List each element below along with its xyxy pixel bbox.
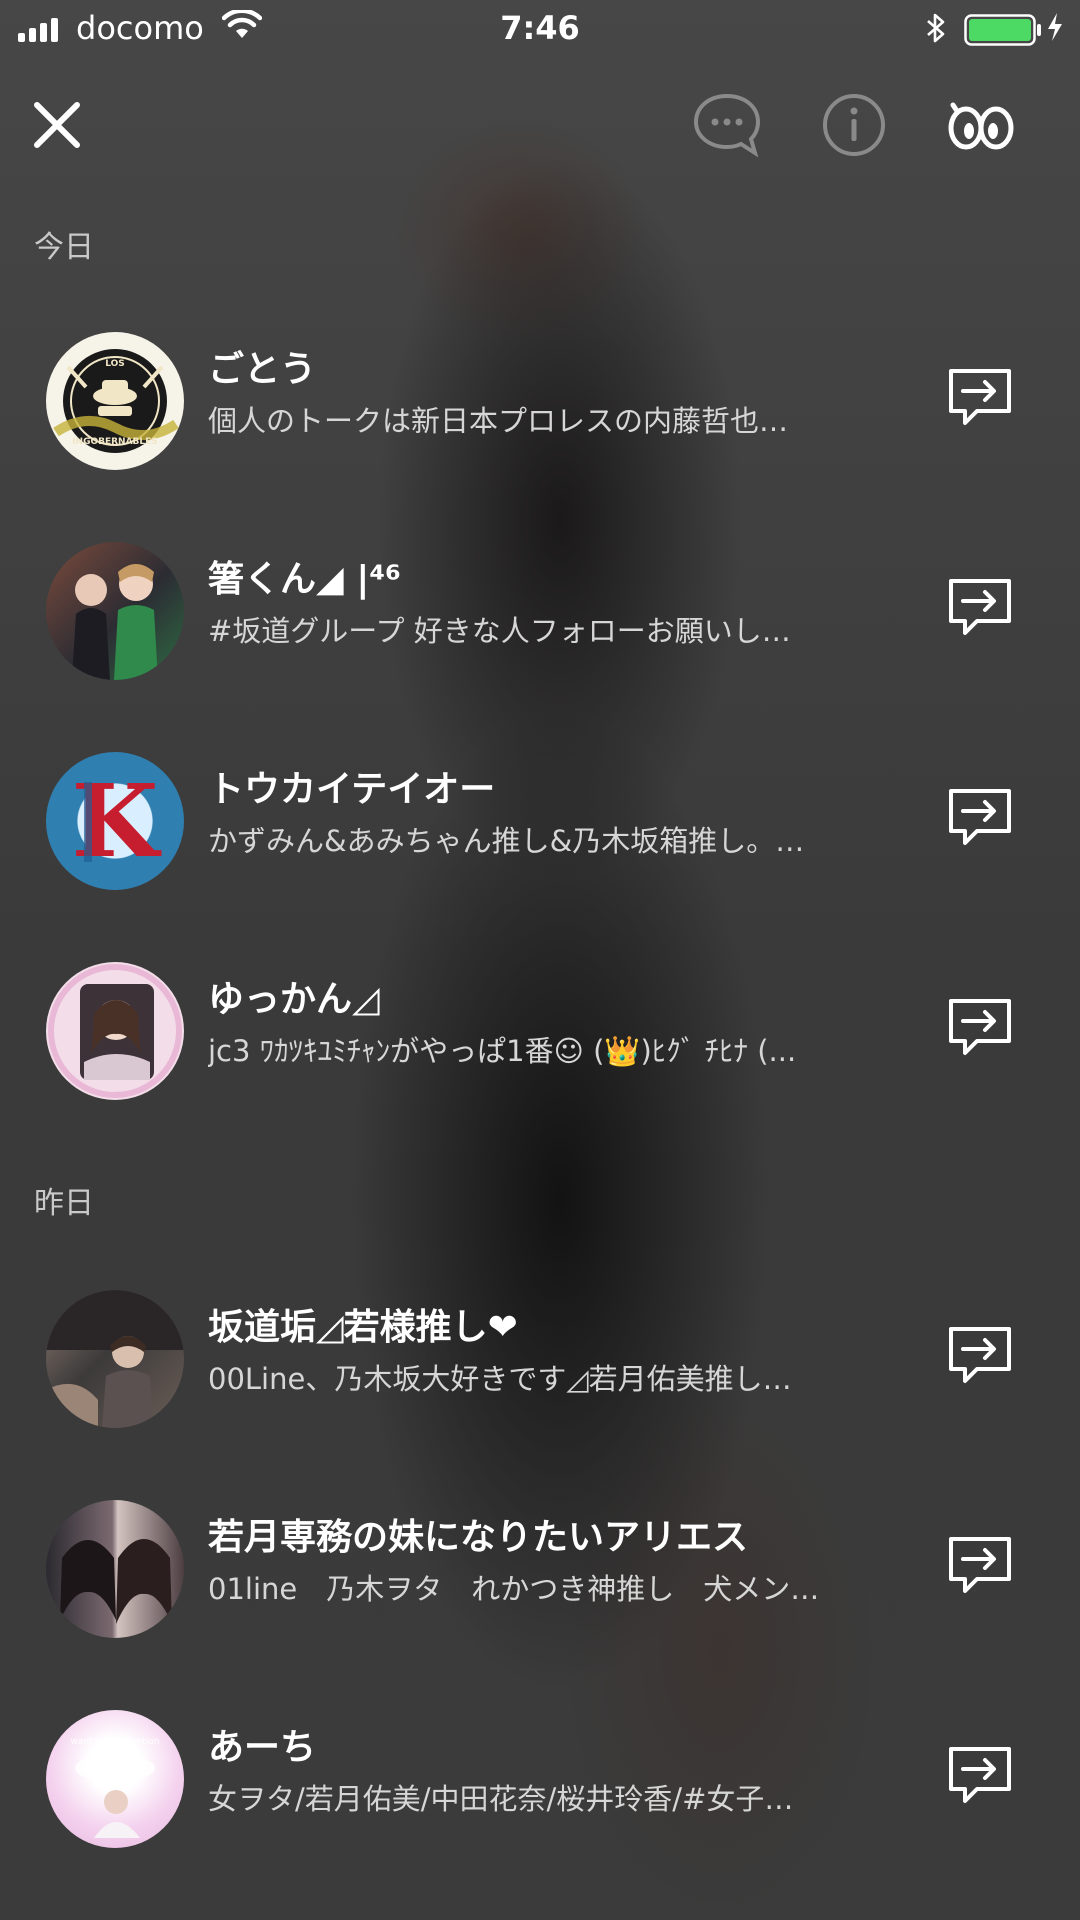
status-time: 7:46 xyxy=(500,9,580,47)
list-item[interactable]: 箸くん◢ |⁴⁶ #坂道グループ 好きな人フォローお願いし… xyxy=(0,512,1080,712)
row-name: 若月専務の妹になりたいアリエス xyxy=(208,1517,749,1558)
share-button[interactable] xyxy=(938,776,1022,860)
share-button[interactable] xyxy=(938,986,1022,1070)
keep-button[interactable] xyxy=(936,80,1026,170)
list-item[interactable]: 坂道垢◿若様推し❤︎ 00Line、乃木坂大好きです◿若月佑美推し… xyxy=(0,1260,1080,1460)
row-description: 個人のトークは新日本プロレスの内藤哲也… xyxy=(208,404,789,438)
avatar[interactable] xyxy=(46,1500,184,1638)
row-description: 女ヲタ/若月佑美/中田花奈/桜井玲香/#女子… xyxy=(208,1782,794,1816)
chat-bubble-icon xyxy=(693,93,761,158)
row-name: トウカイテイオー xyxy=(208,769,496,810)
avatar[interactable]: want your attention xyxy=(46,1710,184,1848)
share-arrow-icon xyxy=(949,1747,1011,1803)
section-label-today: 今日 xyxy=(34,230,94,265)
row-name: 坂道垢◿若様推し❤︎ xyxy=(208,1307,518,1348)
toolbar xyxy=(0,80,1080,166)
share-button[interactable] xyxy=(938,566,1022,650)
keep-icon xyxy=(948,102,1014,150)
share-arrow-icon xyxy=(949,1537,1011,1593)
info-button[interactable] xyxy=(809,80,899,170)
section-label-yesterday: 昨日 xyxy=(34,1186,94,1221)
share-arrow-icon xyxy=(949,369,1011,425)
status-bar: docomo 7:46 xyxy=(0,0,1080,60)
close-icon xyxy=(34,102,80,148)
battery-icon xyxy=(964,14,1044,54)
row-name: 箸くん◢ |⁴⁶ xyxy=(208,559,401,600)
share-arrow-icon xyxy=(949,789,1011,845)
avatar[interactable] xyxy=(46,542,184,680)
charging-icon xyxy=(1046,11,1064,51)
avatar[interactable] xyxy=(46,1290,184,1428)
avatar[interactable]: K xyxy=(46,752,184,890)
avatar[interactable]: LOS INGOBERNABLES xyxy=(46,332,184,470)
row-name: あーち xyxy=(208,1727,317,1768)
chat-button[interactable] xyxy=(682,80,772,170)
row-description: かずみん&あみちゃん推し&乃木坂箱推し。… xyxy=(208,824,805,858)
row-description: jc3 ﾜｶﾂｷﾕﾐﾁｬﾝがやっぱ1番☺ (👑)ﾋｸﾞ ﾁﾋﾅ (... xyxy=(208,1034,797,1068)
info-icon xyxy=(823,94,885,156)
row-description: 01line 乃木ヲタ れかつき神推し 犬メン… xyxy=(208,1572,820,1606)
row-description: 00Line、乃木坂大好きです◿若月佑美推し… xyxy=(208,1362,792,1396)
avatar-logo-text-bottom: INGOBERNABLES xyxy=(72,437,158,447)
share-button[interactable] xyxy=(938,1524,1022,1608)
avatar-logo-text-top: LOS xyxy=(105,359,125,369)
share-arrow-icon xyxy=(949,579,1011,635)
share-arrow-icon xyxy=(949,999,1011,1055)
list-item[interactable]: LOS INGOBERNABLES ごとう 個人のトークは新日本プロレスの内藤哲… xyxy=(0,302,1080,502)
close-button[interactable] xyxy=(12,80,102,170)
share-button[interactable] xyxy=(938,1734,1022,1818)
list-item[interactable]: ゆっかん◿ jc3 ﾜｶﾂｷﾕﾐﾁｬﾝがやっぱ1番☺ (👑)ﾋｸﾞ ﾁﾋﾅ (.… xyxy=(0,932,1080,1132)
row-description: #坂道グループ 好きな人フォローお願いし… xyxy=(208,614,791,648)
list-item[interactable]: K トウカイテイオー かずみん&あみちゃん推し&乃木坂箱推し。… xyxy=(0,722,1080,922)
row-name: ゆっかん◿ xyxy=(208,979,380,1020)
row-name: ごとう xyxy=(208,349,317,390)
share-arrow-icon xyxy=(949,1327,1011,1383)
share-button[interactable] xyxy=(938,1314,1022,1398)
share-button[interactable] xyxy=(938,356,1022,440)
avatar-caption: want your attention xyxy=(70,1737,159,1747)
list-item[interactable]: 若月専務の妹になりたいアリエス 01line 乃木ヲタ れかつき神推し 犬メン… xyxy=(0,1470,1080,1670)
bluetooth-icon xyxy=(924,12,948,52)
avatar[interactable] xyxy=(46,962,184,1100)
list-item[interactable]: want your attention あーち 女ヲタ/若月佑美/中田花奈/桜井… xyxy=(0,1680,1080,1880)
